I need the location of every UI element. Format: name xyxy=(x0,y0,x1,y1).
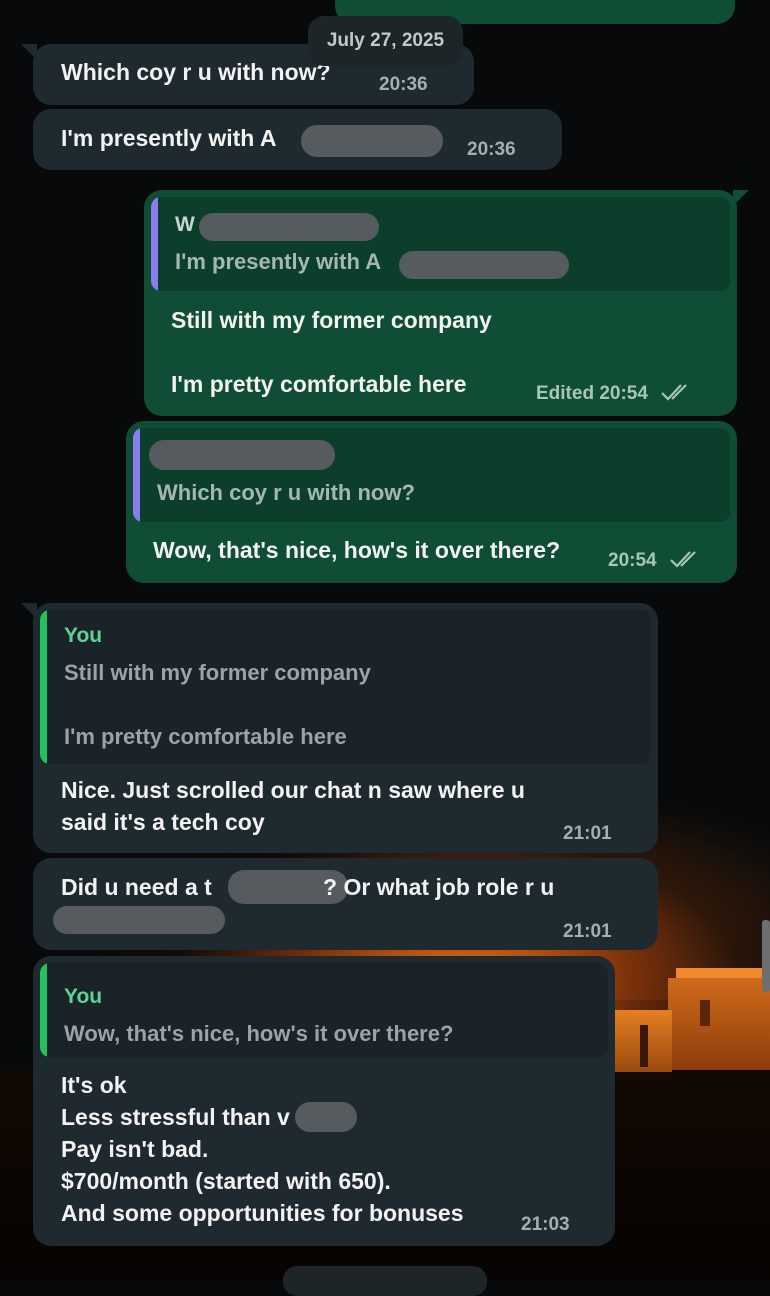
message-bubble-outgoing[interactable]: Which coy r u with now? Wow, that's nice… xyxy=(126,421,737,583)
message-text: Wow, that's nice, how's it over there? xyxy=(153,537,561,563)
quote-sender: You xyxy=(64,624,103,647)
message-bubble-incoming[interactable]: Did u need a t ? Or what job role r u ? … xyxy=(33,858,658,950)
message-time: 20:36 xyxy=(467,139,516,160)
quoted-message[interactable]: You Wow, that's nice, how's it over ther… xyxy=(40,963,608,1057)
message-time: 20:54 xyxy=(599,383,648,404)
scrollbar[interactable] xyxy=(762,920,770,992)
date-separator: July 27, 2025 xyxy=(308,16,463,66)
quote-text: Wow, that's nice, how's it over there? xyxy=(64,1021,454,1046)
redaction-scribble xyxy=(199,213,379,241)
message-text: Nice. Just scrolled our chat n saw where… xyxy=(61,777,525,835)
message-bubble-incoming[interactable]: You Wow, that's nice, how's it over ther… xyxy=(33,956,615,1246)
quote-sender: W xyxy=(175,213,195,236)
message-meta: Edited 20:54 xyxy=(536,382,693,405)
quote-accent-bar xyxy=(151,197,158,291)
message-text: I'm presently with A xyxy=(61,125,277,151)
quote-text: I'm presently with A xyxy=(175,249,382,274)
message-bubble-incoming[interactable]: You Still with my former company I'm pre… xyxy=(21,603,658,853)
message-time: 21:03 xyxy=(521,1214,570,1235)
quote-accent-bar xyxy=(40,963,47,1057)
edited-label: Edited xyxy=(536,383,595,404)
message-text: It's ok Less stressful than v Pay isn't … xyxy=(61,1072,464,1226)
message-bubble-outgoing[interactable]: W I'm presently with A Still with my for… xyxy=(144,190,749,416)
message-text: Which coy r u with now? xyxy=(61,59,331,85)
scroll-to-bottom-pill[interactable] xyxy=(283,1266,487,1296)
redaction-scribble xyxy=(301,125,443,157)
redaction-scribble xyxy=(295,1102,357,1132)
redaction-scribble xyxy=(399,251,569,279)
quote-accent-bar xyxy=(133,428,140,522)
quoted-message[interactable]: You Still with my former company I'm pre… xyxy=(40,610,651,764)
message-time: 20:36 xyxy=(379,74,428,95)
redaction-scribble xyxy=(149,440,335,470)
message-time: 21:01 xyxy=(563,921,612,942)
message-time: 20:54 xyxy=(608,550,657,571)
quote-sender: You xyxy=(64,985,103,1008)
redaction-scribble xyxy=(53,906,225,934)
double-check-icon xyxy=(661,384,688,401)
message-time: 21:01 xyxy=(563,823,612,844)
double-check-icon xyxy=(670,551,696,568)
message-meta: 20:54 xyxy=(608,549,702,572)
quoted-message[interactable]: W I'm presently with A xyxy=(151,197,730,291)
quote-accent-bar xyxy=(40,610,47,764)
message-text-continued: ? Or what job role r u xyxy=(323,874,555,900)
message-bubble-incoming[interactable]: I'm presently with A 20:36 xyxy=(33,109,562,170)
message-text: Still with my former company I'm pretty … xyxy=(171,307,492,397)
quoted-message[interactable]: Which coy r u with now? xyxy=(133,428,730,522)
message-text: Did u need a t xyxy=(61,874,212,900)
quote-text: Which coy r u with now? xyxy=(157,480,415,505)
quote-text: Still with my former company I'm pretty … xyxy=(64,660,371,749)
